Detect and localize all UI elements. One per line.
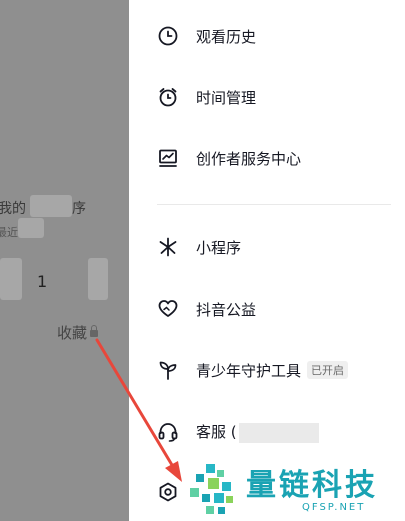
blurred-region	[30, 195, 72, 217]
menu-item-label-text: 青少年守护工具	[196, 361, 302, 380]
menu-item-mini-programs[interactable]: 小程序	[129, 227, 405, 267]
blurred-region	[238, 422, 319, 443]
menu-item-label: 小程序	[196, 238, 242, 257]
clock-icon	[157, 25, 179, 47]
chart-icon	[157, 147, 179, 169]
sprout-icon	[157, 359, 179, 381]
menu-item-label-text: 客服 (	[196, 423, 237, 442]
headset-icon	[157, 421, 179, 443]
menu-item-label: 客服 (	[196, 421, 319, 443]
menu-divider	[157, 204, 391, 205]
bg-subtext-fragment: 最近	[0, 226, 18, 239]
menu-item-customer-service[interactable]: 客服 (	[129, 412, 405, 452]
menu-item-label: 创作者服务中心	[196, 149, 302, 168]
status-badge: 已开启	[307, 361, 349, 379]
bg-count: 1	[37, 272, 48, 291]
menu-item-label: 时间管理	[196, 88, 257, 107]
side-menu-panel: 观看历史 时间管理 创作者服务中心 小程序 抖音公益 青少年守护工具 已开启 客…	[129, 0, 405, 521]
alarm-clock-icon	[157, 86, 179, 108]
watermark-subtext: QFSP.NET	[302, 502, 366, 513]
menu-item-label: 观看历史	[196, 27, 257, 46]
bg-text-fragment-tail: 序	[72, 201, 86, 217]
blurred-region	[18, 218, 44, 238]
menu-item-youth-protection[interactable]: 青少年守护工具 已开启	[129, 350, 405, 390]
blurred-region	[0, 258, 22, 300]
menu-item-label: 青少年守护工具 已开启	[196, 360, 349, 381]
favorites-label: 收藏	[57, 324, 88, 342]
favorites-tab[interactable]: 收藏	[57, 322, 99, 343]
bg-text-fragment: 我的	[0, 201, 26, 217]
background-profile-overlay: 我的 序 最近 1 收藏	[0, 0, 129, 521]
settings-hexagon-icon	[157, 481, 179, 503]
lock-icon	[90, 325, 99, 337]
menu-item-watch-history[interactable]: 观看历史	[129, 16, 405, 56]
asterisk-icon	[157, 236, 179, 258]
watermark: 量链科技 QFSP.NET	[186, 462, 404, 520]
heart-hands-icon	[157, 298, 179, 320]
watermark-logo-icon	[190, 464, 233, 514]
menu-item-time-management[interactable]: 时间管理	[129, 77, 405, 117]
watermark-text: 量链科技	[246, 468, 378, 503]
menu-item-creator-center[interactable]: 创作者服务中心	[129, 138, 405, 178]
menu-item-label: 抖音公益	[196, 300, 257, 319]
blurred-region	[88, 258, 108, 300]
menu-item-charity[interactable]: 抖音公益	[129, 289, 405, 329]
